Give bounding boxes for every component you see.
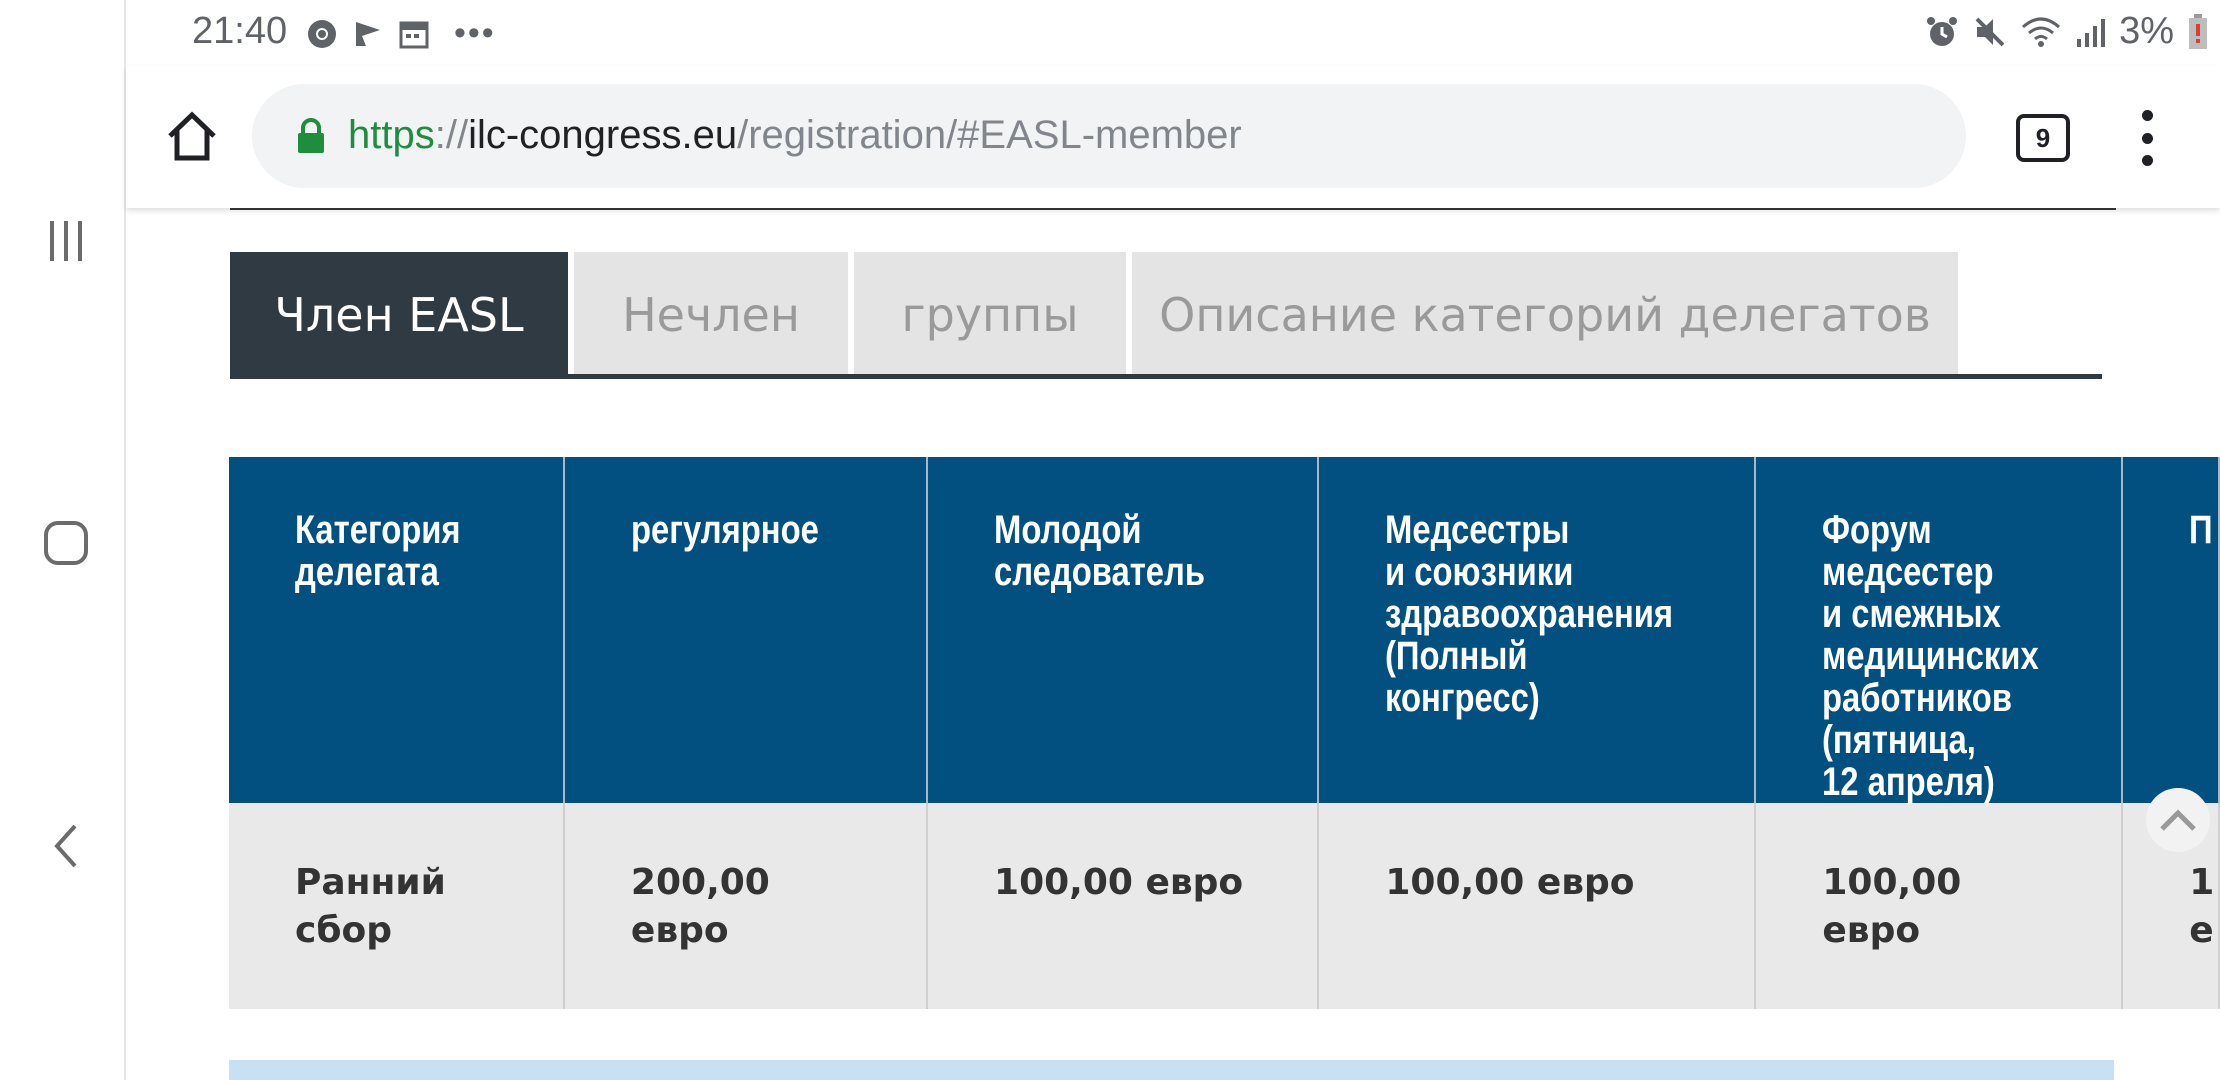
battery-percent: 3%	[2119, 10, 2174, 52]
url-separator: ://	[434, 113, 469, 157]
browser-home-button[interactable]	[162, 106, 222, 166]
back-chevron-icon	[54, 824, 77, 868]
tab-non-member[interactable]: Нечлен	[574, 252, 848, 378]
status-bar: 21:40 ••• 3%	[126, 0, 2220, 66]
signal-icon	[2077, 18, 2106, 47]
category-tabs: Член EASL Нечлен группы Описание категор…	[230, 252, 1964, 388]
column-header: Форум медсестер и смежных медицинских ра…	[1755, 457, 2124, 803]
recent-apps-button[interactable]	[30, 205, 102, 277]
more-notifications-icon: •••	[454, 14, 496, 52]
wifi-icon	[2022, 17, 2061, 47]
overflow-menu-button[interactable]	[2132, 110, 2162, 166]
lock-icon	[298, 118, 324, 153]
menu-dot-icon	[2141, 155, 2153, 166]
url-scheme: https	[348, 113, 435, 157]
home-circle-icon	[44, 521, 88, 565]
url-path: /registration/#EASL-member	[737, 113, 1242, 157]
column-header: регулярное	[563, 457, 929, 803]
scroll-to-top-button[interactable]	[2146, 788, 2210, 852]
browser-toolbar: https://ilc-congress.eu/registration/#EA…	[126, 66, 2220, 208]
menu-dot-icon	[2141, 132, 2153, 144]
menu-dot-icon	[2141, 110, 2153, 121]
flag-icon	[356, 21, 380, 46]
tabs-underline	[230, 374, 2102, 379]
home-icon	[168, 111, 216, 161]
mute-icon	[1975, 17, 2005, 46]
chevron-up-icon	[2160, 809, 2196, 831]
clock: 21:40	[192, 10, 288, 52]
tab-groups[interactable]: группы	[854, 252, 1126, 378]
recents-icon	[50, 221, 82, 261]
alarm-icon	[1927, 16, 1958, 46]
table-cell: 100,00 евро	[927, 803, 1320, 1009]
table-cell: 100,00 евро	[1318, 803, 1757, 1009]
column-header: Медсестры и союзники здравоохранения (По…	[1318, 457, 1757, 803]
table-cell: Ранний сбор	[229, 803, 565, 1009]
calendar-icon	[399, 21, 429, 48]
table-cell: 200,00 евро	[563, 803, 929, 1009]
navigation-bar	[0, 0, 126, 1080]
divider	[230, 208, 2116, 210]
address-bar[interactable]: https://ilc-congress.eu/registration/#EA…	[252, 84, 1966, 188]
page-content: Член EASL Нечлен группы Описание категор…	[126, 208, 2220, 1080]
battery-icon	[2189, 13, 2207, 49]
chrome-icon	[308, 19, 336, 48]
table-row: Ранний сбор 200,00 евро 100,00 евро 100,…	[229, 803, 2220, 1009]
home-nav-button[interactable]	[30, 507, 102, 579]
table-cell: 100,00 евро	[1755, 803, 2124, 1009]
tab-delegate-categories[interactable]: Описание категорий делегатов	[1132, 252, 1958, 378]
table-row	[229, 1060, 2114, 1080]
back-button[interactable]	[30, 810, 102, 882]
url-host: ilc-congress.eu	[468, 113, 738, 157]
table-header-row: Категория делегата регулярное Молодой сл…	[229, 457, 2220, 803]
tab-easl-member[interactable]: Член EASL	[230, 252, 568, 378]
column-header: П	[2122, 457, 2220, 803]
notification-icons: •••	[306, 14, 496, 53]
column-header: Категория делегата	[229, 457, 565, 803]
column-header: Молодой следователь	[927, 457, 1320, 803]
tab-switcher-button[interactable]: 9	[2016, 114, 2070, 162]
system-icons: 3%	[1925, 10, 2208, 53]
url-text: https://ilc-congress.eu/registration/#EA…	[348, 113, 1242, 158]
pricing-table: Категория делегата регулярное Молодой сл…	[229, 457, 2220, 1009]
